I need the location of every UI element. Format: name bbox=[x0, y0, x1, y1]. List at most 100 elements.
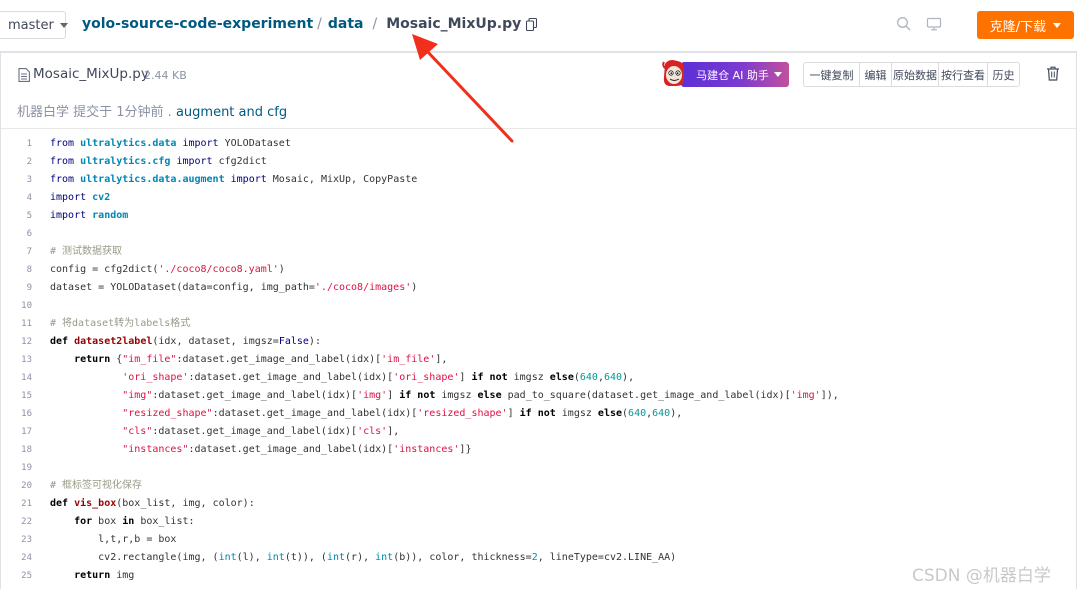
line-number[interactable]: 13 bbox=[1, 351, 32, 369]
breadcrumb-repo-link[interactable]: yolo-source-code-experiment bbox=[82, 16, 313, 32]
code-token: in bbox=[122, 516, 135, 527]
line-number[interactable]: 4 bbox=[1, 189, 32, 207]
code-text: "instances":dataset.get_image_and_label(… bbox=[50, 441, 471, 459]
code-token: int bbox=[326, 552, 346, 563]
history-button[interactable]: 历史 bbox=[987, 62, 1020, 87]
code-token: ), bbox=[622, 372, 635, 383]
line-number[interactable]: 12 bbox=[1, 333, 32, 351]
code-line: 7 # 测试数据获取 bbox=[1, 243, 1076, 261]
code-token: ): bbox=[308, 336, 321, 347]
line-number[interactable]: 14 bbox=[1, 369, 32, 387]
code-line: 17 "cls":dataset.get_image_and_label(idx… bbox=[1, 423, 1076, 441]
code-text: # 将dataset转为labels格式 bbox=[50, 315, 190, 333]
edit-button[interactable]: 编辑 bbox=[859, 62, 892, 87]
code-token: :dataset.get_image_and_label(idx)[ bbox=[176, 354, 382, 365]
code-text: from ultralytics.cfg import cfg2dict bbox=[50, 153, 267, 171]
code-token: 640 bbox=[652, 408, 671, 419]
line-number[interactable]: 25 bbox=[1, 567, 32, 585]
breadcrumb-folder-link[interactable]: data bbox=[328, 16, 364, 32]
ai-assistant-pill[interactable]: 马建仓 AI 助手 bbox=[681, 62, 789, 87]
blame-button[interactable]: 按行查看 bbox=[938, 62, 988, 87]
code-line: 10 bbox=[1, 297, 1076, 315]
code-token: vis_box bbox=[74, 498, 117, 509]
clone-download-button[interactable]: 克隆/下载 bbox=[977, 11, 1074, 39]
line-number[interactable]: 6 bbox=[1, 225, 32, 243]
code-token: ], bbox=[435, 354, 448, 365]
line-number[interactable]: 11 bbox=[1, 315, 32, 333]
line-number[interactable]: 18 bbox=[1, 441, 32, 459]
code-text: return {"im_file":dataset.get_image_and_… bbox=[50, 351, 447, 369]
code-text: import random bbox=[50, 207, 128, 225]
line-number[interactable]: 7 bbox=[1, 243, 32, 261]
code-token: int bbox=[375, 552, 394, 563]
code-token: img bbox=[110, 570, 135, 581]
file-action-buttons: 一键复制 编辑 原始数据 按行查看 历史 bbox=[803, 62, 1020, 87]
code-token: not bbox=[489, 372, 508, 383]
commit-message-link[interactable]: augment and cfg bbox=[176, 105, 287, 120]
code-line: 21 def vis_box(box_list, img, color): bbox=[1, 495, 1076, 513]
code-token: imgsz bbox=[555, 408, 598, 419]
copy-all-label: 一键复制 bbox=[809, 68, 854, 82]
chevron-down-icon bbox=[773, 72, 782, 77]
line-number[interactable]: 9 bbox=[1, 279, 32, 297]
code-token: ] bbox=[459, 372, 472, 383]
monitor-icon[interactable] bbox=[926, 16, 942, 32]
commit-separator: . bbox=[163, 105, 176, 120]
copy-path-icon[interactable] bbox=[526, 17, 538, 31]
line-number[interactable]: 3 bbox=[1, 171, 32, 189]
code-token: :dataset.get_image_and_label(idx)[ bbox=[152, 390, 358, 401]
file-panel: Mosaic_MixUp.py 2.44 KB 机器白学 提交于 1分钟前 . … bbox=[0, 52, 1077, 589]
code-line: 5 import random bbox=[1, 207, 1076, 225]
code-token: YOLODataset bbox=[224, 138, 291, 149]
code-text: for box in box_list: bbox=[50, 513, 194, 531]
line-number[interactable]: 17 bbox=[1, 423, 32, 441]
commit-author-time: 机器白学 提交于 1分钟前 bbox=[17, 105, 164, 120]
code-token: import bbox=[50, 210, 93, 221]
code-token: (idx, dataset, imgsz= bbox=[152, 336, 279, 347]
code-token: cv2.rectangle(img, ( bbox=[50, 552, 219, 563]
line-number[interactable]: 22 bbox=[1, 513, 32, 531]
line-number[interactable]: 15 bbox=[1, 387, 32, 405]
code-token: if bbox=[471, 372, 484, 383]
code-token: import bbox=[170, 156, 219, 167]
trash-icon[interactable] bbox=[1046, 66, 1060, 81]
code-line: 23 l,t,r,b = box bbox=[1, 531, 1076, 549]
code-token: ]} bbox=[459, 444, 472, 455]
raw-button[interactable]: 原始数据 bbox=[891, 62, 939, 87]
line-number[interactable]: 10 bbox=[1, 297, 32, 315]
code-token: return bbox=[74, 570, 111, 581]
line-number[interactable]: 5 bbox=[1, 207, 32, 225]
line-number[interactable]: 2 bbox=[1, 153, 32, 171]
line-number[interactable]: 16 bbox=[1, 405, 32, 423]
line-number[interactable]: 23 bbox=[1, 531, 32, 549]
code-token: 'resized_shape' bbox=[417, 408, 508, 419]
code-token: "resized_shape" bbox=[122, 408, 213, 419]
line-number[interactable]: 24 bbox=[1, 549, 32, 567]
code-line: 12 def dataset2label(idx, dataset, imgsz=… bbox=[1, 333, 1076, 351]
code-token: import bbox=[50, 192, 93, 203]
code-token: './coco8/coco8.yaml' bbox=[158, 264, 279, 275]
line-number[interactable]: 1 bbox=[1, 135, 32, 153]
line-number[interactable]: 8 bbox=[1, 261, 32, 279]
chevron-down-icon bbox=[1053, 22, 1062, 28]
code-token: ]), bbox=[820, 390, 839, 401]
code-token: import bbox=[176, 138, 225, 149]
code-token: not bbox=[537, 408, 556, 419]
code-line: 15 "img":dataset.get_image_and_label(idx… bbox=[1, 387, 1076, 405]
branch-selector[interactable]: master bbox=[0, 11, 68, 39]
code-text: l,t,r,b = box bbox=[50, 531, 176, 549]
code-line: 6 bbox=[1, 225, 1076, 243]
line-number[interactable]: 20 bbox=[1, 477, 32, 495]
line-number[interactable]: 21 bbox=[1, 495, 32, 513]
search-icon[interactable] bbox=[896, 16, 912, 32]
code-token: 'im_file' bbox=[381, 354, 436, 365]
copy-all-button[interactable]: 一键复制 bbox=[803, 62, 860, 87]
chevron-down-icon bbox=[59, 22, 68, 28]
code-text: # 测试数据获取 bbox=[50, 243, 122, 261]
code-token: # 框标签可视化保存 bbox=[50, 480, 143, 491]
ai-assistant-button[interactable]: 马建仓 AI 助手 bbox=[659, 60, 789, 88]
line-number[interactable]: 19 bbox=[1, 459, 32, 477]
code-token: 'cls' bbox=[357, 426, 388, 437]
code-view[interactable]: 1 from ultralytics.data import YOLODatase… bbox=[1, 135, 1076, 585]
code-token: 'instances' bbox=[393, 444, 460, 455]
